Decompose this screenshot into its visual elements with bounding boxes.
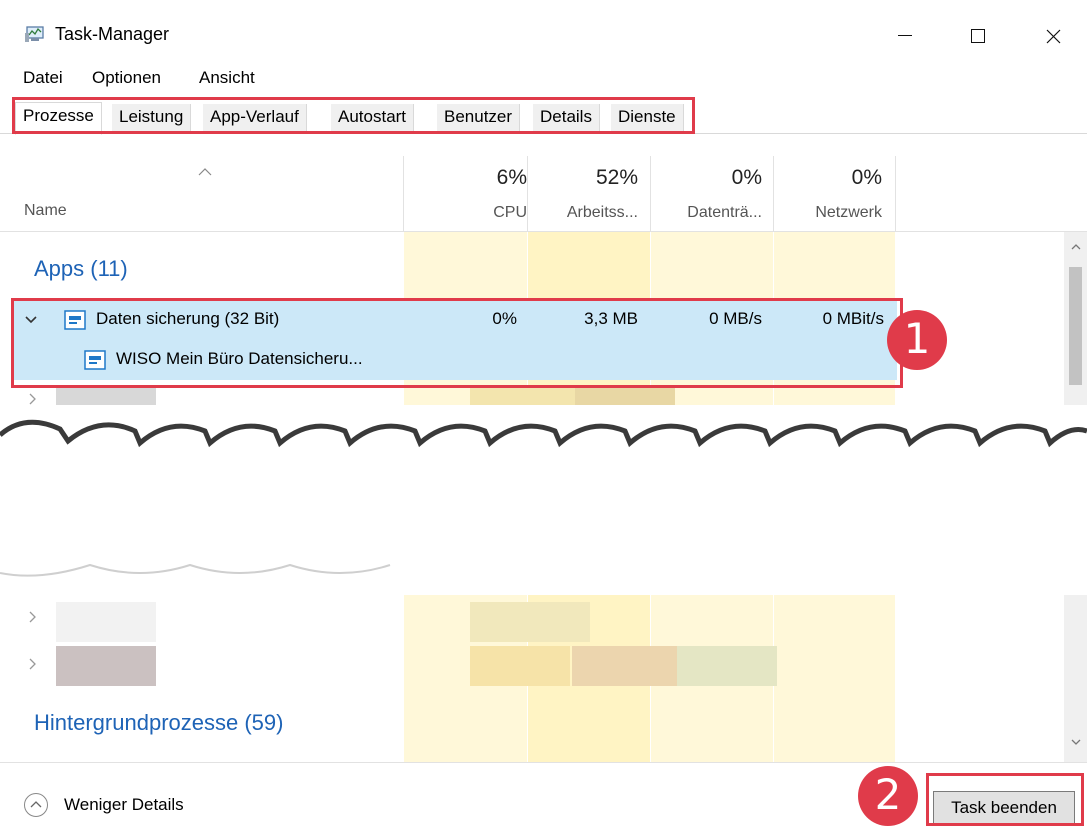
- process-name: Daten sicherung (32 Bit): [96, 309, 280, 328]
- column-network[interactable]: 0% Netzwerk: [772, 166, 882, 222]
- tab-benutzer[interactable]: Benutzer: [437, 104, 521, 132]
- group-apps: Apps (11): [34, 256, 128, 281]
- column-name[interactable]: Name: [24, 202, 67, 220]
- task-manager-icon: [25, 26, 44, 42]
- torn-edge-shape: [0, 419, 1087, 577]
- column-memory[interactable]: 52% Arbeitss...: [528, 166, 638, 222]
- menu-ansicht[interactable]: Ansicht: [199, 68, 255, 88]
- chevron-right-icon[interactable]: [26, 392, 40, 406]
- tab-bar: Prozesse Leistung App-Verlauf Autostart …: [0, 100, 1087, 135]
- process-memory: 3,3 MB: [584, 309, 638, 328]
- menu-optionen[interactable]: Optionen: [92, 68, 161, 88]
- blurred-cell: [56, 602, 156, 642]
- menu-datei[interactable]: Datei: [23, 68, 63, 88]
- maximize-button[interactable]: [950, 14, 1006, 58]
- blurred-cell: [56, 646, 156, 686]
- app-window-icon: [64, 310, 86, 330]
- maximize-icon: [971, 29, 985, 43]
- tab-autostart[interactable]: Autostart: [331, 104, 415, 132]
- disk-percent: 0%: [731, 166, 762, 189]
- menu-bar: Datei Optionen Ansicht: [0, 66, 1087, 92]
- tab-dienste[interactable]: Dienste: [611, 104, 684, 132]
- column-disk[interactable]: 0% Datenträ...: [652, 166, 762, 222]
- child-process-name: WISO Mein Büro Datensicheru...: [116, 349, 363, 368]
- blurred-cell: [470, 602, 590, 642]
- minimize-icon: [898, 35, 912, 36]
- memory-percent: 52%: [595, 166, 638, 189]
- process-cpu: 0%: [492, 309, 517, 328]
- cpu-label: CPU: [493, 204, 527, 221]
- network-label: Netzwerk: [815, 204, 882, 221]
- sort-up-icon[interactable]: [196, 166, 214, 178]
- blurred-cell: [677, 646, 777, 686]
- footer: Weniger Details Task beenden: [0, 762, 1087, 834]
- fewer-details-link[interactable]: Weniger Details: [64, 795, 184, 815]
- chevron-down-icon[interactable]: [24, 313, 38, 327]
- process-disk: 0 MB/s: [709, 309, 762, 328]
- chevron-up-icon: [30, 801, 42, 808]
- group-background: Hintergrundprozesse (59): [34, 710, 284, 735]
- table-row-child[interactable]: WISO Mein Büro Datensicheru...: [12, 340, 897, 380]
- end-task-button[interactable]: Task beenden: [933, 791, 1075, 825]
- table-row-selected[interactable]: Daten sicherung (32 Bit) 0% 3,3 MB 0 MB/…: [12, 300, 897, 340]
- scroll-down-icon[interactable]: [1070, 737, 1082, 747]
- window-title: Task-Manager: [55, 24, 170, 44]
- network-percent: 0%: [851, 166, 882, 189]
- scroll-up-icon[interactable]: [1070, 242, 1082, 252]
- disk-label: Datenträ...: [687, 204, 762, 221]
- tab-leistung[interactable]: Leistung: [112, 104, 192, 132]
- blurred-cell: [572, 646, 677, 686]
- torn-edge: [0, 405, 1087, 595]
- column-header: Name 6% CPU 52% Arbeitss... 0% Datenträ.…: [0, 136, 1087, 232]
- tab-app-verlauf[interactable]: App-Verlauf: [203, 104, 307, 132]
- column-divider: [403, 156, 404, 232]
- blurred-cell: [470, 646, 570, 686]
- memory-label: Arbeitss...: [566, 204, 638, 221]
- column-cpu[interactable]: 6% CPU: [417, 166, 527, 222]
- annotation-badge-1: 1: [887, 310, 947, 370]
- circle-chevron-up-icon[interactable]: [24, 793, 48, 817]
- column-divider: [895, 156, 896, 232]
- minimize-button[interactable]: [877, 14, 933, 58]
- annotation-badge-2: 2: [858, 766, 918, 826]
- column-divider: [650, 156, 651, 232]
- chevron-right-icon[interactable]: [26, 610, 40, 624]
- cpu-percent: 6%: [496, 166, 527, 189]
- process-network: 0 MBit/s: [822, 309, 884, 328]
- close-button[interactable]: [1025, 14, 1081, 58]
- chevron-right-icon[interactable]: [26, 657, 40, 671]
- tab-prozesse[interactable]: Prozesse: [15, 102, 102, 135]
- app-window-icon: [84, 350, 106, 370]
- tab-details[interactable]: Details: [533, 104, 600, 132]
- scroll-thumb[interactable]: [1069, 267, 1082, 385]
- close-icon: [1046, 29, 1060, 43]
- title-bar: Task-Manager: [0, 0, 1087, 66]
